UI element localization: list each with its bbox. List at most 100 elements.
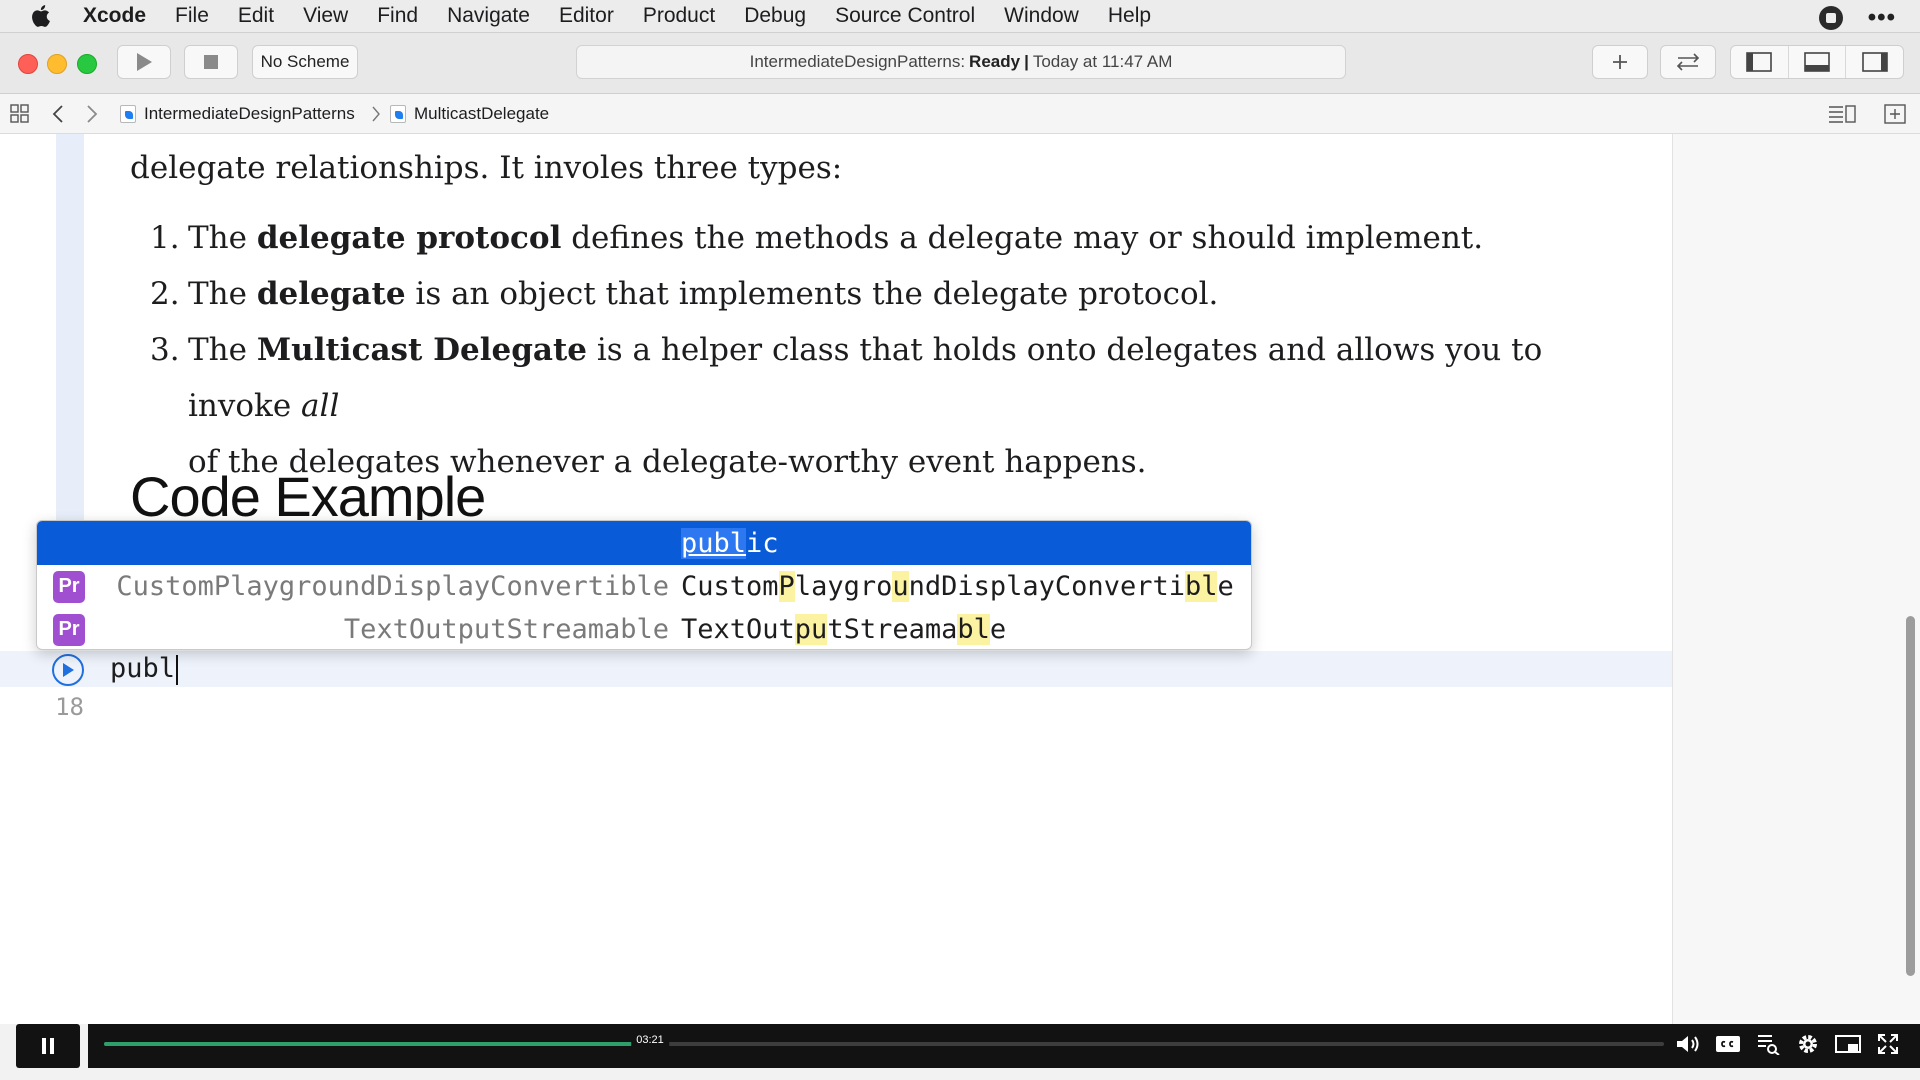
playground-page-icon (390, 105, 406, 123)
list-italic-term: all (301, 388, 340, 424)
window-minimize-button[interactable] (47, 54, 67, 74)
toggle-inspector-button[interactable] (1846, 46, 1903, 78)
completion-rest: ic (746, 527, 779, 559)
forward-button[interactable] (86, 94, 98, 134)
menu-find[interactable]: Find (377, 4, 418, 28)
completion-item[interactable]: Pr TextOutputStreamable TextOutputStream… (37, 608, 1251, 649)
completion-text: ndDisplayConverti (908, 571, 1185, 602)
completion-name: public (681, 527, 779, 559)
add-editor-button[interactable] (1884, 94, 1906, 134)
list-text: The (188, 276, 257, 312)
related-items-button[interactable] (10, 94, 30, 134)
list-item: 1. The delegate protocol defines the met… (150, 210, 1610, 266)
completion-match: bl (1184, 571, 1218, 602)
completion-item[interactable]: Pr CustomPlaygroundDisplayConvertible Cu… (37, 565, 1251, 608)
doc-paragraph: delegate relationships. It involes three… (130, 150, 843, 186)
typed-code: publ (110, 653, 176, 684)
screen-recording-icon[interactable] (1818, 6, 1843, 30)
scheme-selector[interactable]: No Scheme (252, 45, 358, 79)
source-editor[interactable]: delegate relationships. It involes three… (0, 134, 1672, 1024)
code-completion-popup: public Pr CustomPlaygroundDisplayConvert… (36, 520, 1252, 650)
list-text: is an object that implements the delegat… (405, 276, 1219, 312)
editor-results-area (1672, 134, 1920, 1024)
code-review-button[interactable] (1660, 45, 1716, 79)
progress-track[interactable]: 03:21 (104, 1030, 1664, 1050)
breadcrumb-project[interactable]: IntermediateDesignPatterns (120, 94, 355, 134)
activity-project: IntermediateDesignPatterns: (749, 52, 966, 71)
run-button[interactable] (117, 45, 171, 79)
plus-icon (1613, 55, 1627, 69)
current-line-highlight (0, 651, 1672, 687)
pause-button[interactable] (16, 1024, 80, 1068)
activity-viewer: IntermediateDesignPatterns: Ready | Toda… (576, 45, 1346, 79)
list-bold-term: delegate (256, 276, 406, 312)
time-tooltip: 03:21 (631, 1030, 669, 1050)
line-number: 18 (55, 693, 84, 721)
playground-file-icon (120, 105, 136, 123)
completion-type: CustomPlaygroundDisplayConvertible (116, 571, 669, 602)
code-line[interactable]: publ (110, 652, 179, 686)
menu-window[interactable]: Window (1004, 4, 1079, 28)
editor-options-button[interactable] (1828, 94, 1856, 134)
chevron-right-icon (87, 105, 98, 123)
swap-arrows-icon (1676, 53, 1700, 71)
bottom-panel-icon (1804, 52, 1830, 72)
back-button[interactable] (52, 94, 64, 134)
completion-match: bl (957, 614, 990, 645)
list-text: The (188, 220, 257, 256)
run-to-line-button[interactable] (52, 654, 84, 686)
completion-text: laygro (794, 571, 893, 602)
breadcrumb-page-label: MulticastDelegate (414, 104, 550, 123)
list-text: The (188, 332, 257, 368)
window-zoom-button[interactable] (77, 54, 97, 74)
menu-view[interactable]: View (303, 4, 348, 28)
volume-button[interactable] (1674, 1030, 1702, 1058)
activity-status: Ready (969, 52, 1021, 71)
menu-source-control[interactable]: Source Control (835, 4, 975, 28)
transcript-icon (1758, 1035, 1780, 1055)
menu-editor[interactable]: Editor (559, 4, 614, 28)
completion-name: CustomPlaygroundDisplayConvertible (681, 571, 1234, 602)
doc-list: 1. The delegate protocol defines the met… (150, 210, 1610, 490)
menu-bar: Xcode File Edit View Find Navigate Edito… (0, 0, 1920, 33)
protocol-icon: Pr (53, 613, 85, 646)
menu-edit[interactable]: Edit (238, 4, 274, 28)
menu-app-name[interactable]: Xcode (83, 4, 146, 28)
markup-gutter-bar (56, 134, 84, 530)
progress-fill (104, 1042, 650, 1046)
breadcrumb-page[interactable]: MulticastDelegate (390, 94, 549, 134)
menu-navigate[interactable]: Navigate (447, 4, 530, 28)
protocol-icon: Pr (53, 570, 85, 603)
panel-toggle-group (1730, 45, 1904, 79)
gear-icon (1799, 1035, 1817, 1053)
activity-time: Today at 11:47 AM (1032, 52, 1173, 71)
menu-file[interactable]: File (175, 4, 209, 28)
transcript-button[interactable] (1754, 1030, 1782, 1058)
more-icon[interactable]: ••• (1868, 4, 1896, 32)
toggle-debug-area-button[interactable] (1789, 46, 1847, 78)
list-number: 1. (150, 220, 180, 256)
fullscreen-icon (1878, 1034, 1898, 1054)
fullscreen-button[interactable] (1874, 1030, 1902, 1058)
stop-button[interactable] (184, 45, 238, 79)
menu-debug[interactable]: Debug (744, 4, 806, 28)
video-scrubber[interactable]: 03:21 (88, 1024, 1920, 1068)
list-bold-term: Multicast Delegate (256, 332, 588, 368)
captions-button[interactable] (1714, 1030, 1742, 1058)
grid-icon (10, 104, 29, 123)
list-text: defines the methods a delegate may or sh… (561, 220, 1484, 256)
menu-help[interactable]: Help (1108, 4, 1151, 28)
window-close-button[interactable] (18, 54, 38, 74)
right-panel-icon (1861, 52, 1888, 72)
toggle-navigator-button[interactable] (1731, 46, 1789, 78)
lines-list-icon (1829, 105, 1856, 123)
vertical-scrollbar[interactable] (1906, 616, 1915, 976)
picture-in-picture-button[interactable] (1834, 1030, 1862, 1058)
apple-logo-icon[interactable] (29, 3, 55, 29)
menu-product[interactable]: Product (643, 4, 715, 28)
completion-item-selected[interactable]: public (37, 521, 1251, 565)
completion-name: TextOutputStreamable (681, 614, 1006, 645)
library-button[interactable] (1592, 45, 1648, 79)
settings-button[interactable] (1794, 1030, 1822, 1058)
completion-text: e (1217, 571, 1234, 602)
